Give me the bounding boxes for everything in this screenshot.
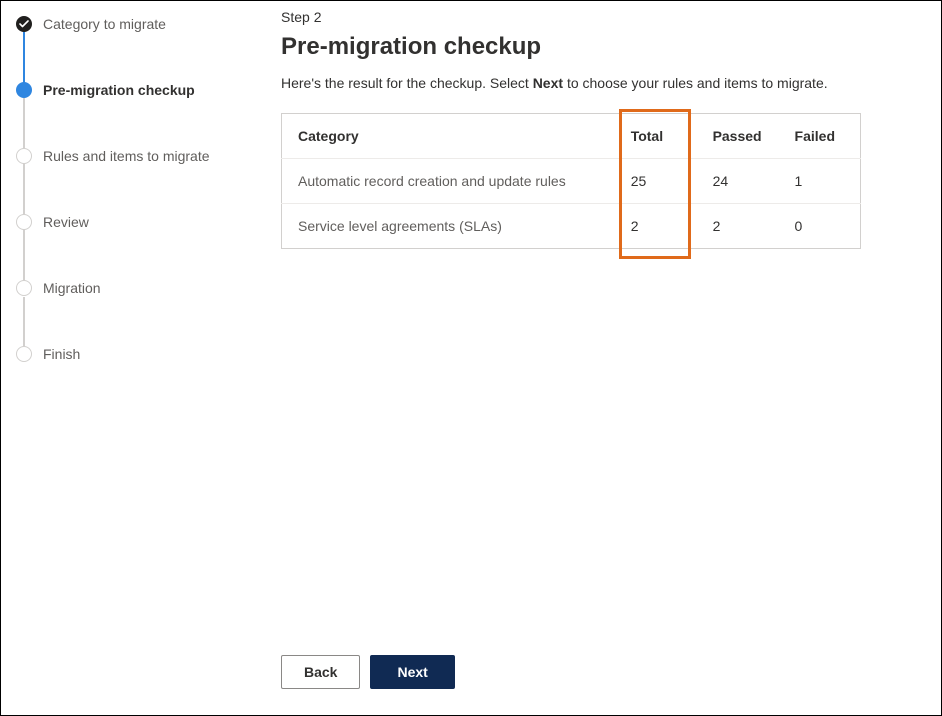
step-sidebar: Category to migrate Pre-migration checku…: [1, 1, 263, 715]
next-button[interactable]: Next: [370, 655, 454, 689]
future-step-icon: [16, 346, 32, 362]
step-rules-and-items[interactable]: Rules and items to migrate: [1, 139, 263, 173]
table-header-row: Category Total Passed Failed: [282, 114, 861, 159]
step-list: Category to migrate Pre-migration checku…: [1, 7, 263, 371]
back-button[interactable]: Back: [281, 655, 360, 689]
intro-bold: Next: [533, 75, 563, 91]
step-label: Category to migrate: [43, 16, 166, 32]
wizard-frame: Category to migrate Pre-migration checku…: [0, 0, 942, 716]
step-label: Migration: [43, 280, 101, 296]
check-icon: [16, 16, 32, 32]
step-number: Step 2: [281, 9, 919, 25]
step-finish[interactable]: Finish: [1, 337, 263, 371]
table-row: Automatic record creation and update rul…: [282, 159, 861, 204]
step-category-to-migrate[interactable]: Category to migrate: [1, 7, 263, 41]
current-step-icon: [16, 82, 32, 98]
wizard-footer: Back Next: [281, 655, 455, 689]
intro-pre: Here's the result for the checkup. Selec…: [281, 75, 533, 91]
intro-text: Here's the result for the checkup. Selec…: [281, 75, 919, 91]
future-step-icon: [16, 148, 32, 164]
th-passed: Passed: [697, 114, 779, 159]
step-label: Pre-migration checkup: [43, 82, 195, 98]
th-failed: Failed: [779, 114, 861, 159]
checkup-results-table: Category Total Passed Failed Automatic r…: [281, 113, 861, 249]
future-step-icon: [16, 280, 32, 296]
cell-passed: 2: [697, 204, 779, 249]
cell-category: Automatic record creation and update rul…: [282, 159, 615, 204]
step-pre-migration-checkup[interactable]: Pre-migration checkup: [1, 73, 263, 107]
table-wrapper: Category Total Passed Failed Automatic r…: [281, 113, 919, 249]
step-migration[interactable]: Migration: [1, 271, 263, 305]
th-total: Total: [615, 114, 697, 159]
page-title: Pre-migration checkup: [281, 33, 919, 61]
step-review[interactable]: Review: [1, 205, 263, 239]
step-label: Finish: [43, 346, 80, 362]
cell-total: 2: [615, 204, 697, 249]
future-step-icon: [16, 214, 32, 230]
table-row: Service level agreements (SLAs) 2 2 0: [282, 204, 861, 249]
cell-total: 25: [615, 159, 697, 204]
step-label: Rules and items to migrate: [43, 148, 210, 164]
main-content: Step 2 Pre-migration checkup Here's the …: [281, 1, 941, 715]
step-label: Review: [43, 214, 89, 230]
cell-category: Service level agreements (SLAs): [282, 204, 615, 249]
cell-failed: 0: [779, 204, 861, 249]
cell-passed: 24: [697, 159, 779, 204]
intro-post: to choose your rules and items to migrat…: [567, 75, 828, 91]
cell-failed: 1: [779, 159, 861, 204]
th-category: Category: [282, 114, 615, 159]
